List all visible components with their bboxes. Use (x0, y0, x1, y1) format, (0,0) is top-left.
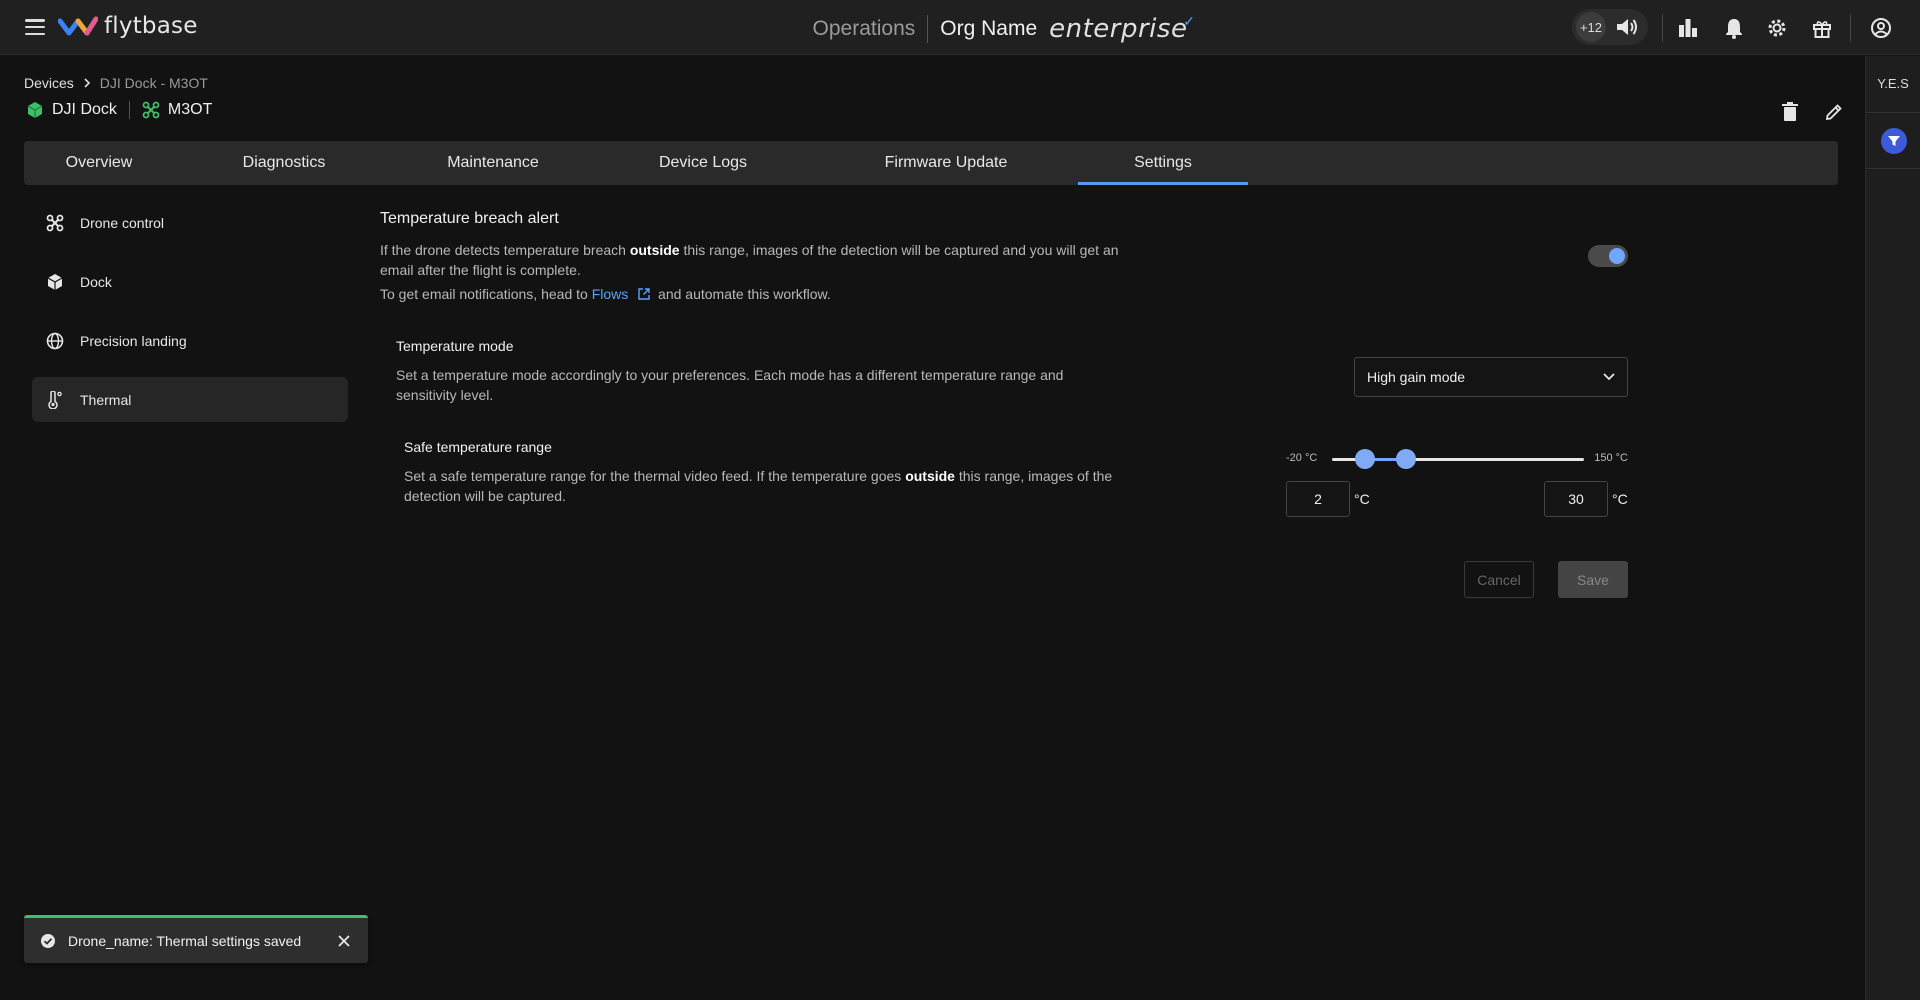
breach-alert-toggle[interactable] (1588, 245, 1628, 267)
gift-icon[interactable] (1810, 16, 1834, 40)
sidebar-item-label: Precision landing (80, 332, 187, 349)
slider-max-label: 150 °C (1594, 452, 1628, 464)
cancel-button[interactable]: Cancel (1464, 561, 1534, 598)
tab-overview[interactable]: Overview (24, 141, 174, 185)
breach-alert-notify: To get email notifications, head to Flow… (380, 286, 831, 302)
safe-range-desc: Set a safe temperature range for the the… (404, 468, 1113, 504)
logo-text: flytbase (104, 13, 198, 39)
edit-icon[interactable] (1822, 100, 1846, 124)
breach-alert-desc: If the drone detects temperature breach … (380, 242, 1119, 278)
breadcrumb-current: DJI Dock - M3OT (99, 75, 208, 91)
bell-icon[interactable] (1722, 16, 1746, 40)
logo[interactable]: flytbase (58, 13, 198, 39)
temperature-range-slider[interactable]: -20 °C 150 °C (1286, 447, 1628, 471)
min-temperature-unit: °C (1354, 491, 1370, 507)
chevron-right-icon (84, 78, 90, 88)
drone-icon (46, 214, 64, 232)
toast-notification: Drone_name: Thermal settings saved (24, 915, 368, 963)
thermometer-icon (46, 390, 64, 409)
volume-badge: +12 (1576, 12, 1606, 42)
sidebar-item-dock[interactable]: Dock (32, 259, 348, 304)
cube-icon (46, 273, 64, 291)
sidebar-item-label: Drone control (80, 214, 165, 231)
min-temperature-input[interactable] (1286, 481, 1350, 517)
org-name[interactable]: Org Name (940, 17, 1037, 41)
section-title[interactable]: Operations (813, 17, 916, 41)
plan-label: enterprise ✓ (1049, 14, 1196, 44)
max-temperature-unit: °C (1612, 491, 1628, 507)
temperature-mode-title: Temperature mode (396, 338, 514, 354)
tab-maintenance[interactable]: Maintenance (394, 141, 592, 185)
dock-name: DJI Dock (52, 101, 117, 118)
save-button[interactable]: Save (1558, 561, 1628, 598)
sidebar-item-label: Thermal (80, 391, 132, 408)
tab-settings[interactable]: Settings (1078, 141, 1248, 185)
breach-alert-title: Temperature breach alert (380, 210, 559, 227)
sidebar-item-label: Dock (80, 273, 112, 290)
temperature-mode-desc: Set a temperature mode accordingly to yo… (396, 367, 1064, 403)
slider-min-label: -20 °C (1286, 452, 1318, 464)
breadcrumb-devices[interactable]: Devices (24, 75, 74, 91)
plan-check-icon: ✓ (1183, 14, 1196, 30)
temperature-mode-select[interactable]: High gain mode (1354, 357, 1628, 397)
device-title: DJI Dock M3OT (26, 101, 212, 119)
flows-link[interactable]: Flows (592, 286, 629, 302)
external-link-icon[interactable] (637, 287, 651, 301)
tab-diagnostics[interactable]: Diagnostics (174, 141, 394, 185)
max-temperature-input[interactable] (1544, 481, 1608, 517)
check-circle-icon (41, 933, 55, 948)
toggle-knob (1609, 248, 1625, 264)
top-bar: flytbase Operations Org Name enterprise ✓… (0, 0, 1920, 55)
sidebar-item-thermal[interactable]: Thermal (32, 377, 348, 422)
sidebar-item-precision-landing[interactable]: Precision landing (32, 318, 348, 363)
delete-icon[interactable] (1778, 100, 1802, 124)
tab-bar: Overview Diagnostics Maintenance Device … (24, 141, 1838, 185)
menu-icon[interactable] (24, 17, 46, 37)
flytbase-logo-icon (58, 16, 98, 36)
tab-device-logs[interactable]: Device Logs (592, 141, 814, 185)
volume-icon[interactable] (1614, 15, 1640, 39)
right-rail: Y.E.S (1865, 56, 1920, 1000)
filter-icon[interactable] (1881, 128, 1907, 154)
dock-cube-icon (27, 102, 43, 118)
sidebar-item-drone-control[interactable]: Drone control (32, 200, 348, 245)
drone-icon (142, 101, 160, 119)
close-icon[interactable] (336, 933, 352, 949)
settings-sidebar: Drone control Dock Precision landing The… (32, 200, 348, 436)
temperature-mode-value: High gain mode (1367, 369, 1466, 385)
drone-name: M3OT (167, 101, 213, 118)
slider-thumb-high[interactable] (1396, 449, 1417, 469)
toast-message: Drone_name: Thermal settings saved (68, 932, 302, 949)
chevron-down-icon (1603, 373, 1615, 381)
volume-control[interactable]: +12 (1572, 9, 1648, 45)
globe-icon (46, 332, 64, 350)
rail-label[interactable]: Y.E.S (1866, 76, 1920, 91)
gear-icon[interactable] (1765, 16, 1789, 40)
chart-icon[interactable] (1676, 16, 1700, 40)
tab-firmware-update[interactable]: Firmware Update (814, 141, 1078, 185)
account-icon[interactable] (1869, 16, 1893, 40)
slider-thumb-low[interactable] (1354, 449, 1375, 469)
breadcrumb: Devices DJI Dock - M3OT (24, 75, 208, 91)
